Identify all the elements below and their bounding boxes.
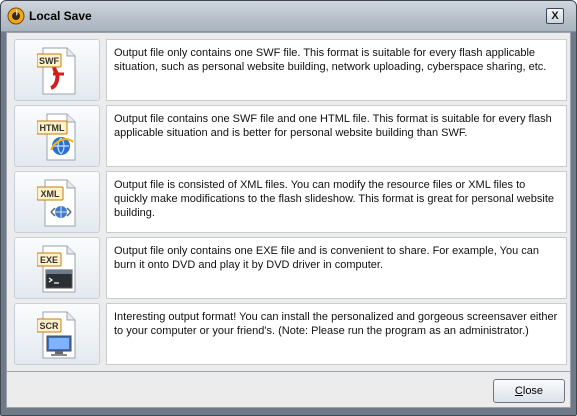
exe-description: Output file only contains one EXE file a… [106,237,567,299]
format-row-exe: EXE Output file only contains one EXE fi… [14,237,567,299]
local-save-dialog: Local Save X SWF Output file only contai… [0,0,577,416]
window-title: Local Save [29,9,92,23]
exe-file-icon: EXE [37,245,76,293]
html-description: Output file contains one SWF file and on… [106,105,567,167]
format-list-panel: SWF Output file only contains one SWF fi… [6,32,571,372]
window-close-button[interactable]: X [546,8,564,24]
swf-description: Output file only contains one SWF file. … [106,39,567,101]
html-save-button[interactable]: HTML [14,105,100,167]
scr-save-button[interactable]: SCR [14,303,100,365]
html-badge-label: HTML [40,123,65,133]
html-file-icon: HTML [37,113,76,161]
format-row-html: HTML Output file contains one SWF file a… [14,105,567,167]
format-row-xml: XML Output file is consisted of XML file… [14,171,567,233]
xml-save-button[interactable]: XML [14,171,100,233]
scr-file-icon: SCR [37,311,76,359]
title-bar: Local Save X [1,1,576,32]
xml-badge-label: XML [41,189,61,199]
xml-description: Output file is consisted of XML files. Y… [106,171,567,233]
close-button-mnemonic: C [514,385,523,397]
swf-save-button[interactable]: SWF [14,39,100,101]
swf-badge-label: SWF [39,56,59,66]
close-button[interactable]: Close [493,379,565,403]
format-row-scr: SCR Interesting output format! You can i… [14,303,567,365]
xml-file-icon: XML [37,179,76,227]
exe-badge-label: EXE [40,255,58,265]
local-save-app-icon [7,7,25,25]
close-button-label: lose [522,385,544,397]
swf-file-icon: SWF [37,47,76,95]
format-row-swf: SWF Output file only contains one SWF fi… [14,39,567,101]
dialog-footer: Close [6,372,571,408]
scr-description: Interesting output format! You can insta… [106,303,567,365]
exe-save-button[interactable]: EXE [14,237,100,299]
scr-badge-label: SCR [39,321,59,331]
